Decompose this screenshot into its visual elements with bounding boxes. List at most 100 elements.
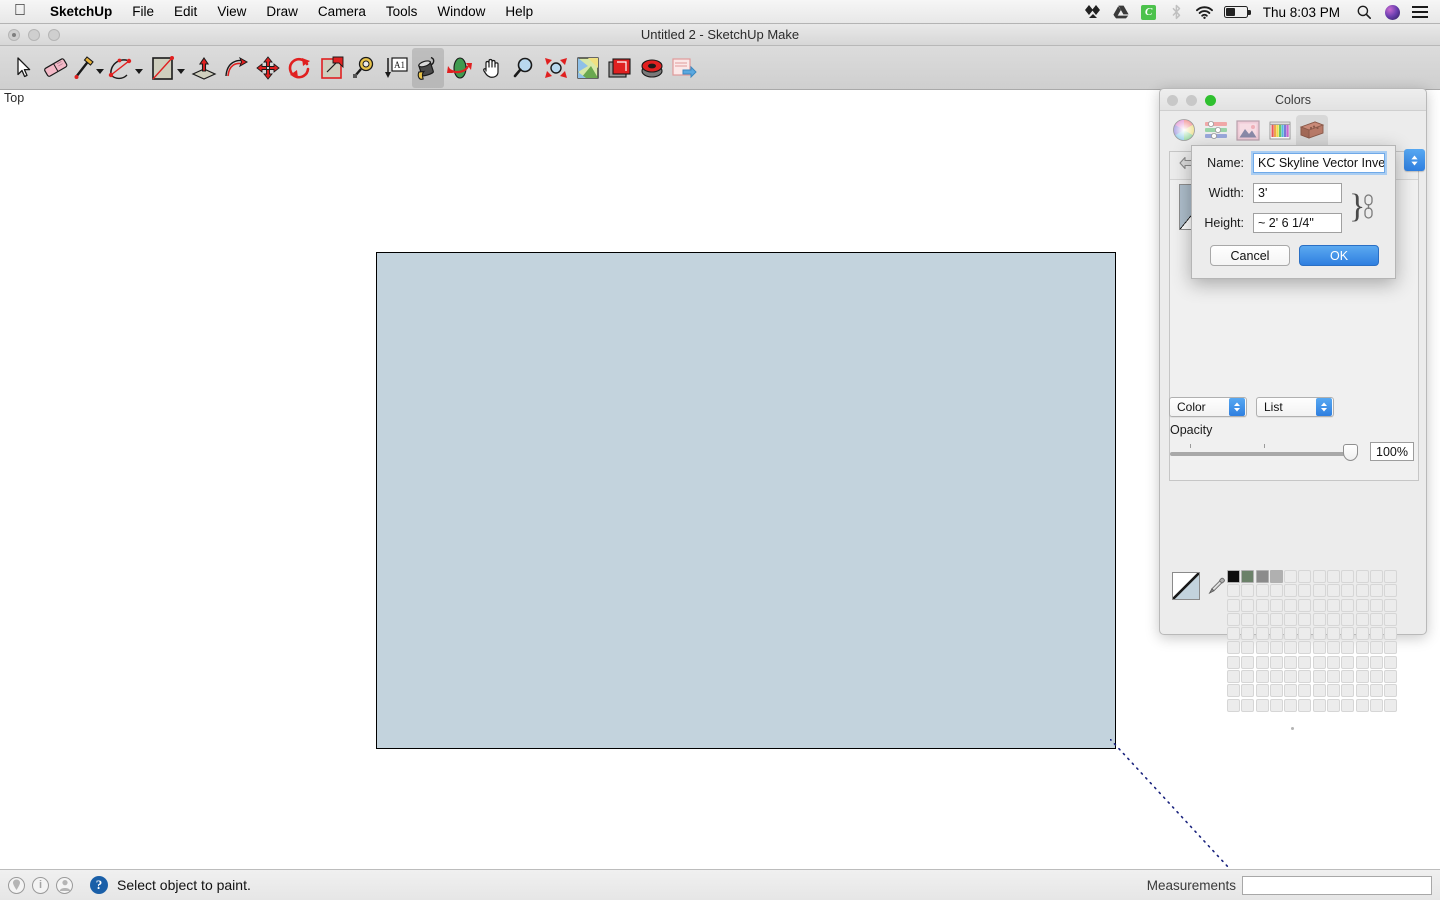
- color-swatch[interactable]: [1355, 655, 1369, 669]
- color-swatch[interactable]: [1298, 670, 1312, 684]
- color-swatch[interactable]: [1269, 641, 1283, 655]
- color-swatch[interactable]: [1341, 598, 1355, 612]
- color-swatch[interactable]: [1284, 584, 1298, 598]
- color-swatch[interactable]: [1341, 684, 1355, 698]
- color-swatch[interactable]: [1284, 598, 1298, 612]
- color-swatch[interactable]: [1269, 570, 1283, 583]
- color-swatch[interactable]: [1327, 584, 1341, 598]
- google-drive-icon[interactable]: [1107, 0, 1135, 24]
- color-swatch[interactable]: [1341, 584, 1355, 598]
- pan-tool[interactable]: [476, 48, 508, 88]
- color-swatch[interactable]: [1284, 670, 1298, 684]
- color-swatch[interactable]: [1298, 698, 1312, 712]
- color-swatch[interactable]: [1241, 698, 1255, 712]
- color-swatch[interactable]: [1384, 684, 1398, 698]
- minimize-button[interactable]: [28, 29, 40, 41]
- color-swatch[interactable]: [1298, 655, 1312, 669]
- color-swatch[interactable]: [1384, 698, 1398, 712]
- line-tool[interactable]: [72, 48, 104, 88]
- rotate-tool[interactable]: [284, 48, 316, 88]
- zoom-extents-tool[interactable]: [540, 48, 572, 88]
- color-swatch[interactable]: [1341, 698, 1355, 712]
- color-swatch[interactable]: [1312, 641, 1326, 655]
- move-tool[interactable]: [252, 48, 284, 88]
- color-swatch[interactable]: [1255, 684, 1269, 698]
- menu-draw[interactable]: Draw: [256, 4, 308, 19]
- color-swatch[interactable]: [1341, 655, 1355, 669]
- color-swatch[interactable]: [1341, 627, 1355, 641]
- menu-edit[interactable]: Edit: [164, 4, 207, 19]
- color-swatch[interactable]: [1255, 627, 1269, 641]
- color-swatch[interactable]: [1284, 655, 1298, 669]
- material-height-field[interactable]: ~ 2' 6 1/4": [1253, 213, 1342, 233]
- color-swatch[interactable]: [1327, 570, 1341, 583]
- color-swatch[interactable]: [1227, 655, 1240, 669]
- followme-tool[interactable]: [220, 48, 252, 88]
- color-swatch[interactable]: [1241, 627, 1255, 641]
- grid-resize-dot[interactable]: [1291, 727, 1294, 730]
- zoom-button[interactable]: [1205, 95, 1216, 106]
- color-swatch[interactable]: [1312, 612, 1326, 626]
- color-swatch[interactable]: [1327, 598, 1341, 612]
- opacity-value[interactable]: 100%: [1370, 442, 1414, 461]
- color-swatch[interactable]: [1384, 627, 1398, 641]
- color-swatch[interactable]: [1269, 584, 1283, 598]
- pushpull-tool[interactable]: [188, 48, 220, 88]
- chain-link-icon[interactable]: [1363, 194, 1374, 225]
- add-location-tool[interactable]: [636, 48, 668, 88]
- color-swatch[interactable]: [1298, 627, 1312, 641]
- color-swatch[interactable]: [1269, 598, 1283, 612]
- color-swatch[interactable]: [1312, 598, 1326, 612]
- chevron-down-icon[interactable]: [134, 68, 143, 74]
- color-swatch[interactable]: [1312, 684, 1326, 698]
- color-swatch[interactable]: [1369, 684, 1383, 698]
- color-swatch[interactable]: [1327, 670, 1341, 684]
- color-swatch[interactable]: [1241, 570, 1255, 583]
- color-swatch[interactable]: [1327, 612, 1341, 626]
- account-icon[interactable]: [56, 876, 73, 894]
- color-swatch[interactable]: [1227, 698, 1240, 712]
- menu-bar-clock[interactable]: Thu 8:03 PM: [1253, 5, 1350, 20]
- color-swatch[interactable]: [1369, 641, 1383, 655]
- close-button[interactable]: [8, 29, 20, 41]
- color-swatch[interactable]: [1255, 641, 1269, 655]
- color-swatch[interactable]: [1341, 670, 1355, 684]
- material-tab[interactable]: [1296, 115, 1328, 145]
- position-camera-tool[interactable]: [572, 48, 604, 88]
- color-swatch[interactable]: [1284, 698, 1298, 712]
- eyedropper-icon[interactable]: [1208, 575, 1225, 602]
- color-swatch[interactable]: [1227, 627, 1240, 641]
- material-properties-dialog[interactable]: Name: KC Skyline Vector Invert Width: 3'…: [1191, 145, 1396, 279]
- color-swatch[interactable]: [1384, 598, 1398, 612]
- color-swatch[interactable]: [1355, 612, 1369, 626]
- color-swatch[interactable]: [1255, 598, 1269, 612]
- color-swatch[interactable]: [1298, 584, 1312, 598]
- rectangle-tool[interactable]: [146, 48, 188, 88]
- color-swatch[interactable]: [1284, 684, 1298, 698]
- menu-sketchup[interactable]: SketchUp: [40, 4, 122, 19]
- color-swatch[interactable]: [1255, 655, 1269, 669]
- siri-icon[interactable]: [1378, 0, 1406, 24]
- section-plane-tool[interactable]: [604, 48, 636, 88]
- menu-file[interactable]: File: [122, 4, 164, 19]
- color-swatch[interactable]: [1355, 570, 1369, 583]
- color-swatch[interactable]: [1227, 641, 1240, 655]
- color-swatch[interactable]: [1312, 584, 1326, 598]
- dropbox-icon[interactable]: [1079, 0, 1107, 24]
- color-swatch[interactable]: [1312, 670, 1326, 684]
- bluetooth-icon[interactable]: [1163, 0, 1191, 24]
- color-swatch[interactable]: [1269, 670, 1283, 684]
- cancel-button[interactable]: Cancel: [1210, 245, 1290, 266]
- color-swatch[interactable]: [1255, 584, 1269, 598]
- color-swatch[interactable]: [1355, 641, 1369, 655]
- color-swatch[interactable]: [1227, 570, 1240, 583]
- color-swatch[interactable]: [1298, 612, 1312, 626]
- color-sliders-tab[interactable]: [1200, 115, 1232, 145]
- select-tool[interactable]: [8, 48, 40, 88]
- color-swatch[interactable]: [1284, 612, 1298, 626]
- color-swatch[interactable]: [1369, 584, 1383, 598]
- menu-view[interactable]: View: [207, 4, 256, 19]
- color-swatch[interactable]: [1312, 698, 1326, 712]
- color-swatch[interactable]: [1269, 612, 1283, 626]
- color-swatch[interactable]: [1241, 641, 1255, 655]
